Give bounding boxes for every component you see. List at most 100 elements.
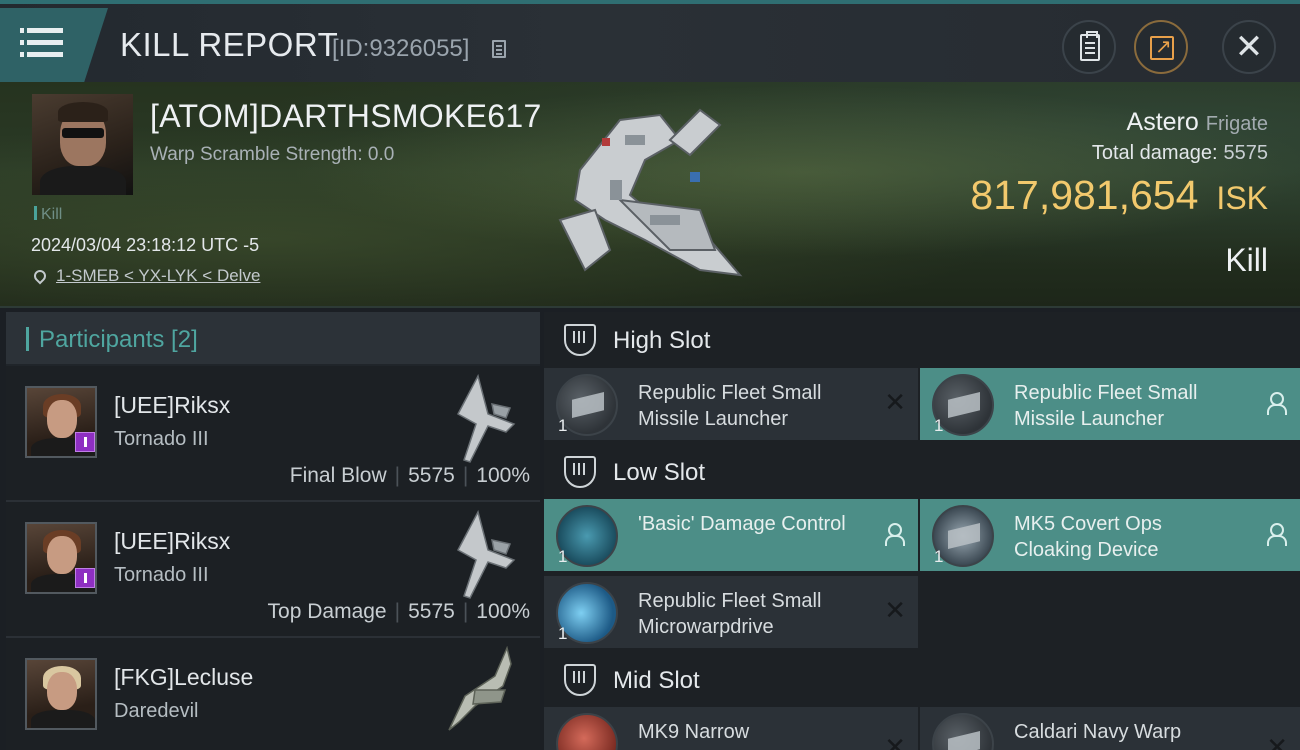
total-damage: Total damage: 5575 [1092, 142, 1268, 165]
destroyed-icon: ✕ [884, 596, 906, 626]
menu-icon-bar [20, 52, 63, 57]
stat-divider: | [394, 600, 401, 623]
kill-tag: Kill [34, 206, 62, 224]
participants-title: Participants [2] [26, 326, 198, 354]
total-damage-label: Total damage: [1091, 142, 1218, 164]
item-quantity: 1 [934, 547, 944, 566]
participant-name: [FKG]Lecluse [114, 664, 254, 690]
stat-divider: | [462, 464, 469, 487]
shield-extender-icon [556, 713, 618, 750]
participant-row[interactable]: [UEE]Riksx Tornado III Final Blow | 5575 | 1… [6, 366, 540, 502]
fitted-item[interactable]: MK9 Narrow ✕ [544, 707, 918, 750]
dropped-icon [1266, 523, 1287, 546]
victim-ship[interactable]: Astero Frigate [1127, 108, 1268, 137]
participant-ship-icon [456, 374, 516, 463]
kill-datetime: 2024/03/04 23:18:12 UTC -5 [31, 235, 260, 255]
participant-portrait [25, 658, 97, 730]
victim-name[interactable]: [ATOM]DARTHSMOKE617 [150, 98, 542, 135]
fitted-item[interactable]: Caldari Navy Warp ✕ [920, 707, 1300, 750]
item-name: Republic Fleet Small Missile Launcher [638, 382, 822, 430]
participant-ship-icon [456, 510, 516, 599]
victim-ship-image[interactable] [550, 100, 750, 280]
participant-ship: Daredevil [114, 700, 199, 722]
copy-icon[interactable] [492, 40, 506, 58]
fitted-item[interactable]: 1 Republic Fleet Small Missile Launcher [920, 368, 1300, 440]
portrait-hair [58, 102, 108, 122]
item-name: Caldari Navy Warp [1014, 721, 1182, 743]
destroyed-icon: ✕ [884, 388, 906, 418]
fitted-item[interactable]: 1 'Basic' Damage Control [544, 499, 918, 571]
kill-location: 1-SMEB < YX-LYK < Delve [30, 266, 260, 286]
portrait-face [47, 536, 77, 574]
participant-name: [UEE]Riksx [114, 392, 231, 418]
warp-scramble-strength: Warp Scramble Strength: 0.0 [150, 144, 395, 165]
portrait-shoulders [31, 710, 95, 728]
item-glyph [948, 392, 980, 418]
high-slot-header: High Slot [544, 312, 1300, 368]
warp-disruptor-icon [932, 713, 994, 750]
item-glyph [572, 392, 604, 418]
participants-panel: Participants [2] [UEE]Riksx Tornado III … [6, 312, 540, 750]
corp-badge-icon [75, 432, 95, 452]
participant-percent: 100% [476, 600, 530, 623]
victim-portrait[interactable] [32, 94, 133, 195]
mid-slot-icon [564, 664, 596, 696]
participants-header: Participants [2] [6, 312, 540, 366]
item-quantity: 1 [934, 416, 944, 435]
share-button[interactable] [1134, 20, 1188, 74]
participant-stats: Top Damage | 5575 | 100% [268, 600, 530, 624]
portrait-body [40, 166, 126, 195]
participant-role: Top Damage [267, 600, 387, 623]
item-name: Republic Fleet Small Microwarpdrive [638, 590, 822, 638]
dropped-icon [884, 523, 905, 546]
low-slot-header: Low Slot [544, 444, 1300, 500]
total-damage-value: 5575 [1223, 142, 1269, 164]
page-title: KILL REPORT [120, 26, 339, 63]
mid-slot-label: Mid Slot [613, 667, 700, 694]
fitted-item[interactable]: 1 MK5 Covert Ops Cloaking Device [920, 499, 1300, 571]
participant-ship: Tornado III [114, 564, 209, 586]
report-id: [ID:9326055] [332, 35, 470, 62]
isk-amount: 817,981,654 [970, 172, 1199, 218]
close-button[interactable]: ✕ [1222, 20, 1276, 74]
item-quantity: 1 [558, 624, 568, 643]
menu-icon [20, 28, 63, 33]
menu-icon-bar [20, 40, 63, 45]
item-name: MK9 Narrow [638, 721, 750, 743]
participant-row[interactable]: [FKG]Lecluse Daredevil [6, 638, 540, 750]
item-glyph [948, 731, 980, 750]
portrait-face [47, 400, 77, 438]
dropped-icon [1266, 392, 1287, 415]
stat-divider: | [462, 600, 469, 623]
participant-damage: 5575 [408, 464, 455, 487]
participant-role: Final Blow [289, 464, 387, 487]
header-bar: KILL REPORT [ID:9326055] ✕ [0, 0, 1300, 82]
participant-percent: 100% [476, 464, 530, 487]
high-slot-icon [564, 324, 596, 356]
destroyed-icon: ✕ [1266, 733, 1288, 750]
isk-value: 817,981,654 ISK [970, 172, 1268, 219]
fitting-panel: High Slot 1 Republic Fleet Small Missile… [544, 312, 1300, 750]
low-slot-icon [564, 456, 596, 488]
fitted-item[interactable]: 1 Republic Fleet Small Missile Launcher … [544, 368, 918, 440]
destroyed-icon: ✕ [884, 733, 906, 750]
clipboard-icon [1080, 31, 1100, 61]
clipboard-button[interactable] [1062, 20, 1116, 74]
portrait-glasses [62, 128, 104, 138]
item-name: MK5 Covert Ops Cloaking Device [1014, 513, 1162, 561]
high-slot-label: High Slot [613, 327, 711, 354]
participant-stats: Final Blow | 5575 | 100% [290, 464, 530, 488]
participant-ship-icon [448, 646, 512, 731]
item-quantity: 1 [558, 416, 568, 435]
portrait-face [47, 672, 77, 710]
location-link[interactable]: 1-SMEB < YX-LYK < Delve [56, 266, 260, 285]
item-quantity: 1 [558, 547, 568, 566]
stat-divider: | [394, 464, 401, 487]
participant-ship: Tornado III [114, 428, 209, 450]
fitted-item[interactable]: 1 Republic Fleet Small Microwarpdrive ✕ [544, 576, 918, 648]
close-icon: ✕ [1234, 27, 1264, 67]
menu-button[interactable] [0, 8, 108, 82]
item-name: 'Basic' Damage Control [638, 513, 846, 535]
participant-row[interactable]: [UEE]Riksx Tornado III Top Damage | 5575 | 1… [6, 502, 540, 638]
ship-name: Astero [1126, 108, 1199, 136]
